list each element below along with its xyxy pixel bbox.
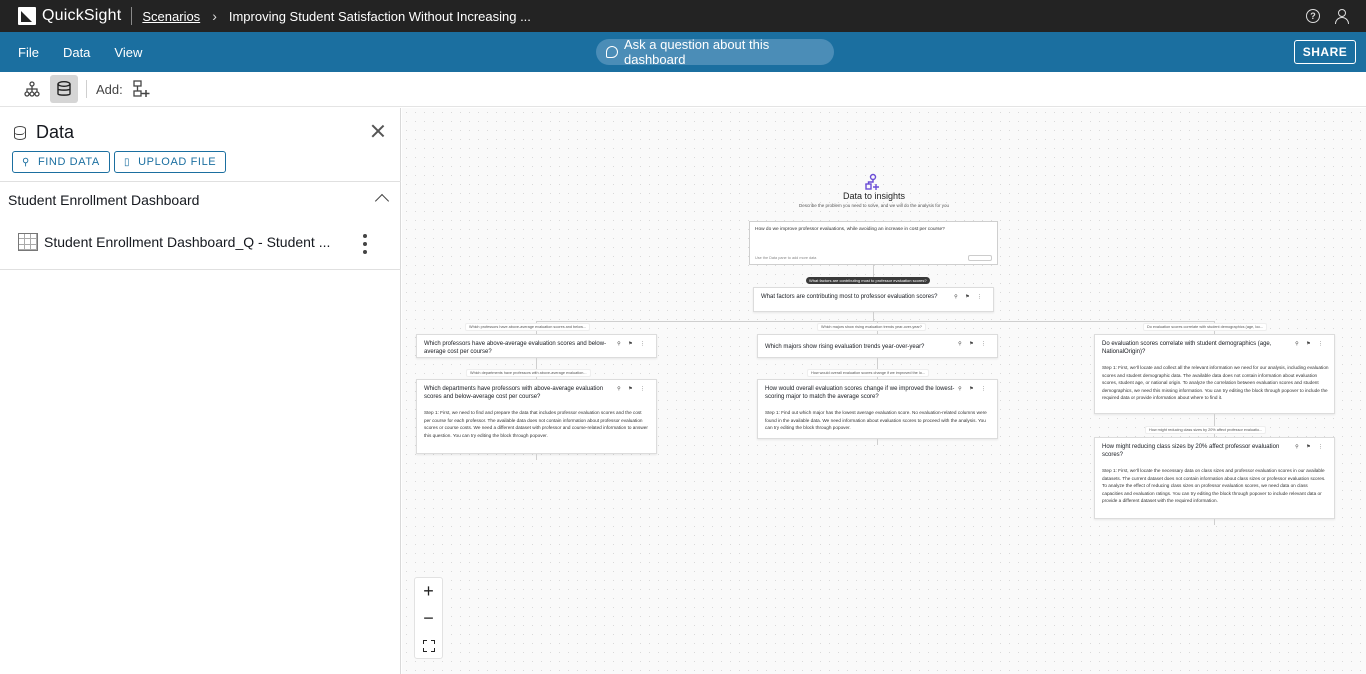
panel-title: Data <box>36 122 75 142</box>
card-action-icons[interactable]: ⚲ ⚑ ⋮ <box>958 341 989 347</box>
file-icon: ▯ <box>124 156 131 168</box>
card-question: Do evaluation scores correlate with stud… <box>1102 341 1272 355</box>
fit-to-screen-button[interactable] <box>415 632 442 659</box>
question-card[interactable]: Do evaluation scores correlate with stud… <box>1094 334 1335 414</box>
database-icon <box>14 125 26 140</box>
fullscreen-icon <box>422 639 435 652</box>
dataset-group-title[interactable]: Student Enrollment Dashboard <box>8 192 199 208</box>
card-action-icons[interactable]: ⚲ ⚑ ⋮ <box>954 294 985 300</box>
ask-question-button[interactable]: Ask a question about this dashboard <box>596 37 834 67</box>
quicksight-logo-icon <box>18 7 36 25</box>
data-to-insights-header: Data to insights Describe the problem yo… <box>774 191 974 208</box>
root-question-pill[interactable]: What factors are contributing most to pr… <box>806 277 930 284</box>
connector <box>1214 519 1215 525</box>
divider <box>0 181 401 182</box>
hierarchy-icon <box>24 81 40 97</box>
card-body: Step 1: First, we'll locate and collect … <box>1102 365 1329 400</box>
card-question: Which professors have above-average eval… <box>424 341 607 355</box>
breadcrumb-scenarios-link[interactable]: Scenarios <box>142 9 200 24</box>
chevron-up-icon[interactable] <box>374 193 390 209</box>
card-question: Which majors show rising evaluation tren… <box>765 344 925 350</box>
card-question: What factors are contributing most to pr… <box>761 294 938 300</box>
connector <box>536 321 1214 322</box>
find-data-label: FIND DATA <box>37 156 100 168</box>
prompt-text: How do we improve professor evaluations,… <box>755 227 945 232</box>
user-icon[interactable] <box>1334 9 1349 24</box>
card-body: Step 1: First, we'll locate the necessar… <box>1102 468 1326 503</box>
table-icon <box>18 233 38 251</box>
top-bar: QuickSight Scenarios › Improving Student… <box>0 0 1366 32</box>
data-pane-toggle-button[interactable] <box>50 75 78 103</box>
close-icon[interactable] <box>371 124 385 138</box>
connector <box>536 454 537 460</box>
edge-label: How would overall evaluation scores chan… <box>807 369 929 377</box>
data-panel: Data ⚲ FIND DATA ▯ UPLOAD FILE Student E… <box>0 108 401 674</box>
edge-label: How might reducing class sizes by 20% af… <box>1145 426 1267 434</box>
card-action-icons[interactable]: ⚲ ⚑ ⋮ <box>617 386 648 392</box>
upload-file-button[interactable]: ▯ UPLOAD FILE <box>114 151 227 173</box>
menu-bar: File Data View Ask a question about this… <box>0 32 1366 72</box>
question-card[interactable]: How would overall evaluation scores chan… <box>757 379 998 439</box>
card-body: Step 1: First, we need to find and prepa… <box>424 410 648 438</box>
card-action-icons[interactable]: ⚲ ⚑ ⋮ <box>1295 341 1326 347</box>
edge-label: Do evaluation scores correlate with stud… <box>1143 323 1268 331</box>
edge-label: Which departments have professors with a… <box>466 369 591 377</box>
divider <box>0 269 401 270</box>
toolbar: Add: <box>0 72 1366 107</box>
help-icon[interactable]: ? <box>1306 9 1320 23</box>
dataset-item[interactable]: Student Enrollment Dashboard_Q - Student… <box>18 233 330 251</box>
connector <box>877 439 878 445</box>
chevron-right-icon: › <box>212 8 217 24</box>
prompt-hint: Use the Data pane to add more data <box>755 256 817 260</box>
zoom-out-button[interactable]: − <box>415 605 442 632</box>
upload-file-label: UPLOAD FILE <box>138 156 217 168</box>
card-action-icons[interactable]: ⚲ ⚑ ⋮ <box>958 386 989 392</box>
quicksight-logo[interactable]: QuickSight <box>18 7 121 25</box>
hierarchy-view-button[interactable] <box>18 75 46 103</box>
breadcrumb-title: Improving Student Satisfaction Without I… <box>228 8 531 24</box>
question-card[interactable]: Which departments have professors with a… <box>416 379 657 454</box>
edge-label: Which professors have above-average eval… <box>465 323 590 331</box>
submit-prompt-button[interactable] <box>968 255 992 261</box>
question-card[interactable]: How might reducing class sizes by 20% af… <box>1094 437 1335 519</box>
question-card[interactable]: Which professors have above-average eval… <box>416 334 657 358</box>
share-button[interactable]: SHARE <box>1294 40 1356 64</box>
zoom-in-button[interactable]: + <box>415 578 442 605</box>
menu-data[interactable]: Data <box>63 45 90 60</box>
edge-label: Which majors show rising evaluation tren… <box>817 323 926 331</box>
hub-title: Data to insights <box>842 191 906 201</box>
card-question: How would overall evaluation scores chan… <box>765 386 955 400</box>
card-question: Which departments have professors with a… <box>424 386 604 400</box>
menu-view[interactable]: View <box>114 45 142 60</box>
root-question-card[interactable]: What factors are contributing most to pr… <box>753 287 994 312</box>
card-action-icons[interactable]: ⚲ ⚑ ⋮ <box>1295 444 1326 450</box>
card-body: Step 1: Find out which major has the low… <box>765 410 987 430</box>
dataset-name: Student Enrollment Dashboard_Q - Student… <box>44 234 331 250</box>
zoom-controls: + − <box>414 577 443 659</box>
search-icon: ⚲ <box>22 156 30 168</box>
ask-question-label: Ask a question about this dashboard <box>623 37 770 67</box>
divider <box>86 80 87 98</box>
database-icon <box>57 81 71 96</box>
more-options-icon[interactable] <box>363 234 367 258</box>
question-card[interactable]: Which majors show rising evaluation tren… <box>757 334 998 358</box>
connector <box>873 265 874 277</box>
find-data-button[interactable]: ⚲ FIND DATA <box>12 151 110 173</box>
data-to-insights-icon <box>865 173 879 190</box>
hub-subtitle: Describe the problem you need to solve, … <box>798 203 950 208</box>
ask-q-icon <box>606 46 618 58</box>
add-label: Add: <box>96 81 123 97</box>
menu-file[interactable]: File <box>18 45 39 60</box>
card-action-icons[interactable]: ⚲ ⚑ ⋮ <box>617 341 648 347</box>
card-question: How might reducing class sizes by 20% af… <box>1102 444 1280 458</box>
add-block-icon[interactable] <box>131 79 151 99</box>
app-name: QuickSight <box>42 7 122 24</box>
problem-prompt-box[interactable]: How do we improve professor evaluations,… <box>749 221 998 265</box>
divider <box>131 7 133 25</box>
